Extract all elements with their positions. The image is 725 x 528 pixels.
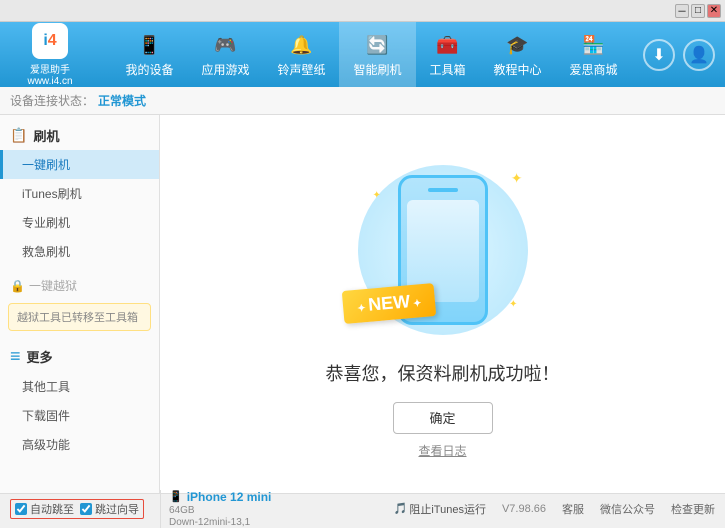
nav-store[interactable]: 🏪 爱思商城 — [556, 22, 632, 87]
user-btn[interactable]: 👤 — [683, 39, 715, 71]
sparkle-1: ✦ — [511, 170, 523, 187]
sidebar-item-save-flash[interactable]: 救急刷机 — [0, 237, 159, 266]
sidebar-item-itunes[interactable]: iTunes刷机 — [0, 179, 159, 208]
device-storage: 64GB — [169, 505, 195, 516]
other-tools-label: 其他工具 — [22, 380, 70, 394]
nav-right: ⬇ 👤 — [643, 39, 725, 71]
sidebar-item-download-firmware[interactable]: 下载固件 — [0, 401, 159, 430]
skip-wizard-checkbox[interactable]: 跳过向导 — [80, 501, 139, 517]
apps-icon: 🎮 — [211, 31, 239, 59]
content-area: NEW ✦ ✦ ✦ 恭喜您，保资料刷机成功啦！ 确定 查看日志 — [160, 115, 725, 493]
customer-service-link[interactable]: 客服 — [562, 501, 584, 517]
more-section-icon: ≡ — [10, 346, 21, 367]
device-model: Down-12mini-13,1 — [169, 517, 250, 528]
bottom-right: 🎵 阻止iTunes运行 V7.98.66 客服 微信公众号 检查更新 — [394, 501, 715, 517]
auto-jump-input[interactable] — [15, 503, 27, 515]
device-name: iPhone 12 mini — [187, 490, 272, 504]
phone-icon: 📱 — [169, 490, 183, 503]
skip-wizard-input[interactable] — [80, 503, 92, 515]
pro-flash-label: 专业刷机 — [22, 216, 70, 230]
sidebar-item-other-tools[interactable]: 其他工具 — [0, 372, 159, 401]
device-icon: 📱 — [135, 31, 163, 59]
itunes-status: 🎵 阻止iTunes运行 — [394, 501, 486, 517]
title-bar: － □ ✕ — [0, 0, 725, 22]
auto-jump-label: 自动跳至 — [30, 501, 74, 517]
nav-items: 📱 我的设备 🎮 应用游戏 🔔 铃声壁纸 🔄 智能刷机 🧰 工具箱 🎓 教程中心… — [100, 22, 643, 87]
tutorial-icon: 🎓 — [504, 31, 532, 59]
nav-ringtone-label: 铃声壁纸 — [277, 61, 325, 78]
jailbreak-title: 一键越狱 — [29, 277, 77, 294]
nav-ringtone[interactable]: 🔔 铃声壁纸 — [263, 22, 339, 87]
wechat-link[interactable]: 微信公众号 — [600, 501, 655, 517]
nav-store-label: 爱思商城 — [570, 61, 618, 78]
nav-tutorial[interactable]: 🎓 教程中心 — [480, 22, 556, 87]
lock-icon: 🔒 — [10, 279, 25, 293]
status-bar: 设备连接状态： 正常模式 — [0, 87, 725, 115]
nav-my-device[interactable]: 📱 我的设备 — [111, 22, 187, 87]
smart-flash-icon: 🔄 — [363, 31, 391, 59]
nav-apps-games[interactable]: 🎮 应用游戏 — [187, 22, 263, 87]
nav-smart-flash[interactable]: 🔄 智能刷机 — [339, 22, 415, 87]
close-btn[interactable]: ✕ — [707, 4, 721, 18]
sidebar-section-flash: 📋 刷机 一键刷机 iTunes刷机 专业刷机 救急刷机 — [0, 121, 159, 266]
checkbox-group: 自动跳至 跳过向导 — [10, 499, 144, 519]
status-value: 正常模式 — [98, 92, 146, 109]
itunes-label: iTunes刷机 — [22, 187, 82, 201]
sidebar-more-header: ≡ 更多 — [0, 341, 159, 372]
logo-icon: i 4 — [32, 23, 68, 59]
logo-line2: www.i4.cn — [27, 76, 72, 87]
nav-toolbox-label: 工具箱 — [430, 61, 466, 78]
sidebar-more-title: 更多 — [27, 347, 53, 366]
view-log-link[interactable]: 查看日志 — [418, 442, 466, 459]
store-icon: 🏪 — [580, 31, 608, 59]
success-title: 恭喜您，保资料刷机成功啦！ — [326, 360, 560, 386]
sparkle-3: ✦ — [509, 299, 517, 310]
device-info: 📱 iPhone 12 mini 64GB Down-12mini-13,1 — [160, 490, 271, 528]
sidebar-section-jailbreak: 🔒 一键越狱 越狱工具已转移至工具箱 — [0, 272, 159, 335]
nav-apps-label: 应用游戏 — [201, 61, 249, 78]
flash-section-icon: 📋 — [10, 127, 27, 144]
maximize-btn[interactable]: □ — [691, 4, 705, 18]
warning-text: 越狱工具已转移至工具箱 — [17, 312, 138, 324]
sidebar: 📋 刷机 一键刷机 iTunes刷机 专业刷机 救急刷机 🔒 一键越狱 — [0, 115, 160, 493]
logo[interactable]: i 4 爱思助手 www.i4.cn — [0, 23, 100, 87]
auto-jump-checkbox[interactable]: 自动跳至 — [15, 501, 74, 517]
sidebar-item-advanced[interactable]: 高级功能 — [0, 430, 159, 459]
sidebar-section-more: ≡ 更多 其他工具 下载固件 高级功能 — [0, 341, 159, 459]
sidebar-flash-header: 📋 刷机 — [0, 121, 159, 150]
itunes-label: 阻止iTunes运行 — [409, 501, 486, 517]
sparkle-2: ✦ — [373, 190, 381, 201]
advanced-label: 高级功能 — [22, 438, 70, 452]
main-container: 📋 刷机 一键刷机 iTunes刷机 专业刷机 救急刷机 🔒 一键越狱 — [0, 115, 725, 493]
skip-wizard-label: 跳过向导 — [95, 501, 139, 517]
nav-toolbox[interactable]: 🧰 工具箱 — [416, 22, 480, 87]
success-illustration: NEW ✦ ✦ ✦ — [353, 150, 533, 350]
logo-line1: 爱思助手 — [30, 61, 70, 76]
download-firmware-label: 下载固件 — [22, 409, 70, 423]
itunes-icon: 🎵 — [394, 502, 408, 515]
nav-smart-flash-label: 智能刷机 — [353, 61, 401, 78]
nav-tutorial-label: 教程中心 — [494, 61, 542, 78]
save-flash-label: 救急刷机 — [22, 245, 70, 259]
header: i 4 爱思助手 www.i4.cn 📱 我的设备 🎮 应用游戏 🔔 铃声壁纸 … — [0, 22, 725, 87]
ringtone-icon: 🔔 — [287, 31, 315, 59]
status-label: 设备连接状态： — [10, 92, 94, 109]
sidebar-warning: 越狱工具已转移至工具箱 — [8, 303, 151, 331]
minimize-btn[interactable]: － — [675, 4, 689, 18]
sidebar-jailbreak-header: 🔒 一键越狱 — [0, 272, 159, 299]
sidebar-item-pro-flash[interactable]: 专业刷机 — [0, 208, 159, 237]
sidebar-flash-title: 刷机 — [33, 126, 59, 145]
toolbox-icon: 🧰 — [434, 31, 462, 59]
version-label: V7.98.66 — [502, 503, 546, 515]
nav-my-device-label: 我的设备 — [125, 61, 173, 78]
sidebar-item-one-click[interactable]: 一键刷机 — [0, 150, 159, 179]
one-click-label: 一键刷机 — [22, 158, 70, 172]
bottom-bar: 自动跳至 跳过向导 📱 iPhone 12 mini 64GB Down-12m… — [0, 493, 725, 523]
check-update-link[interactable]: 检查更新 — [671, 501, 715, 517]
download-btn[interactable]: ⬇ — [643, 39, 675, 71]
confirm-button[interactable]: 确定 — [393, 402, 493, 434]
bottom-left: 自动跳至 跳过向导 📱 iPhone 12 mini 64GB Down-12m… — [10, 490, 271, 528]
